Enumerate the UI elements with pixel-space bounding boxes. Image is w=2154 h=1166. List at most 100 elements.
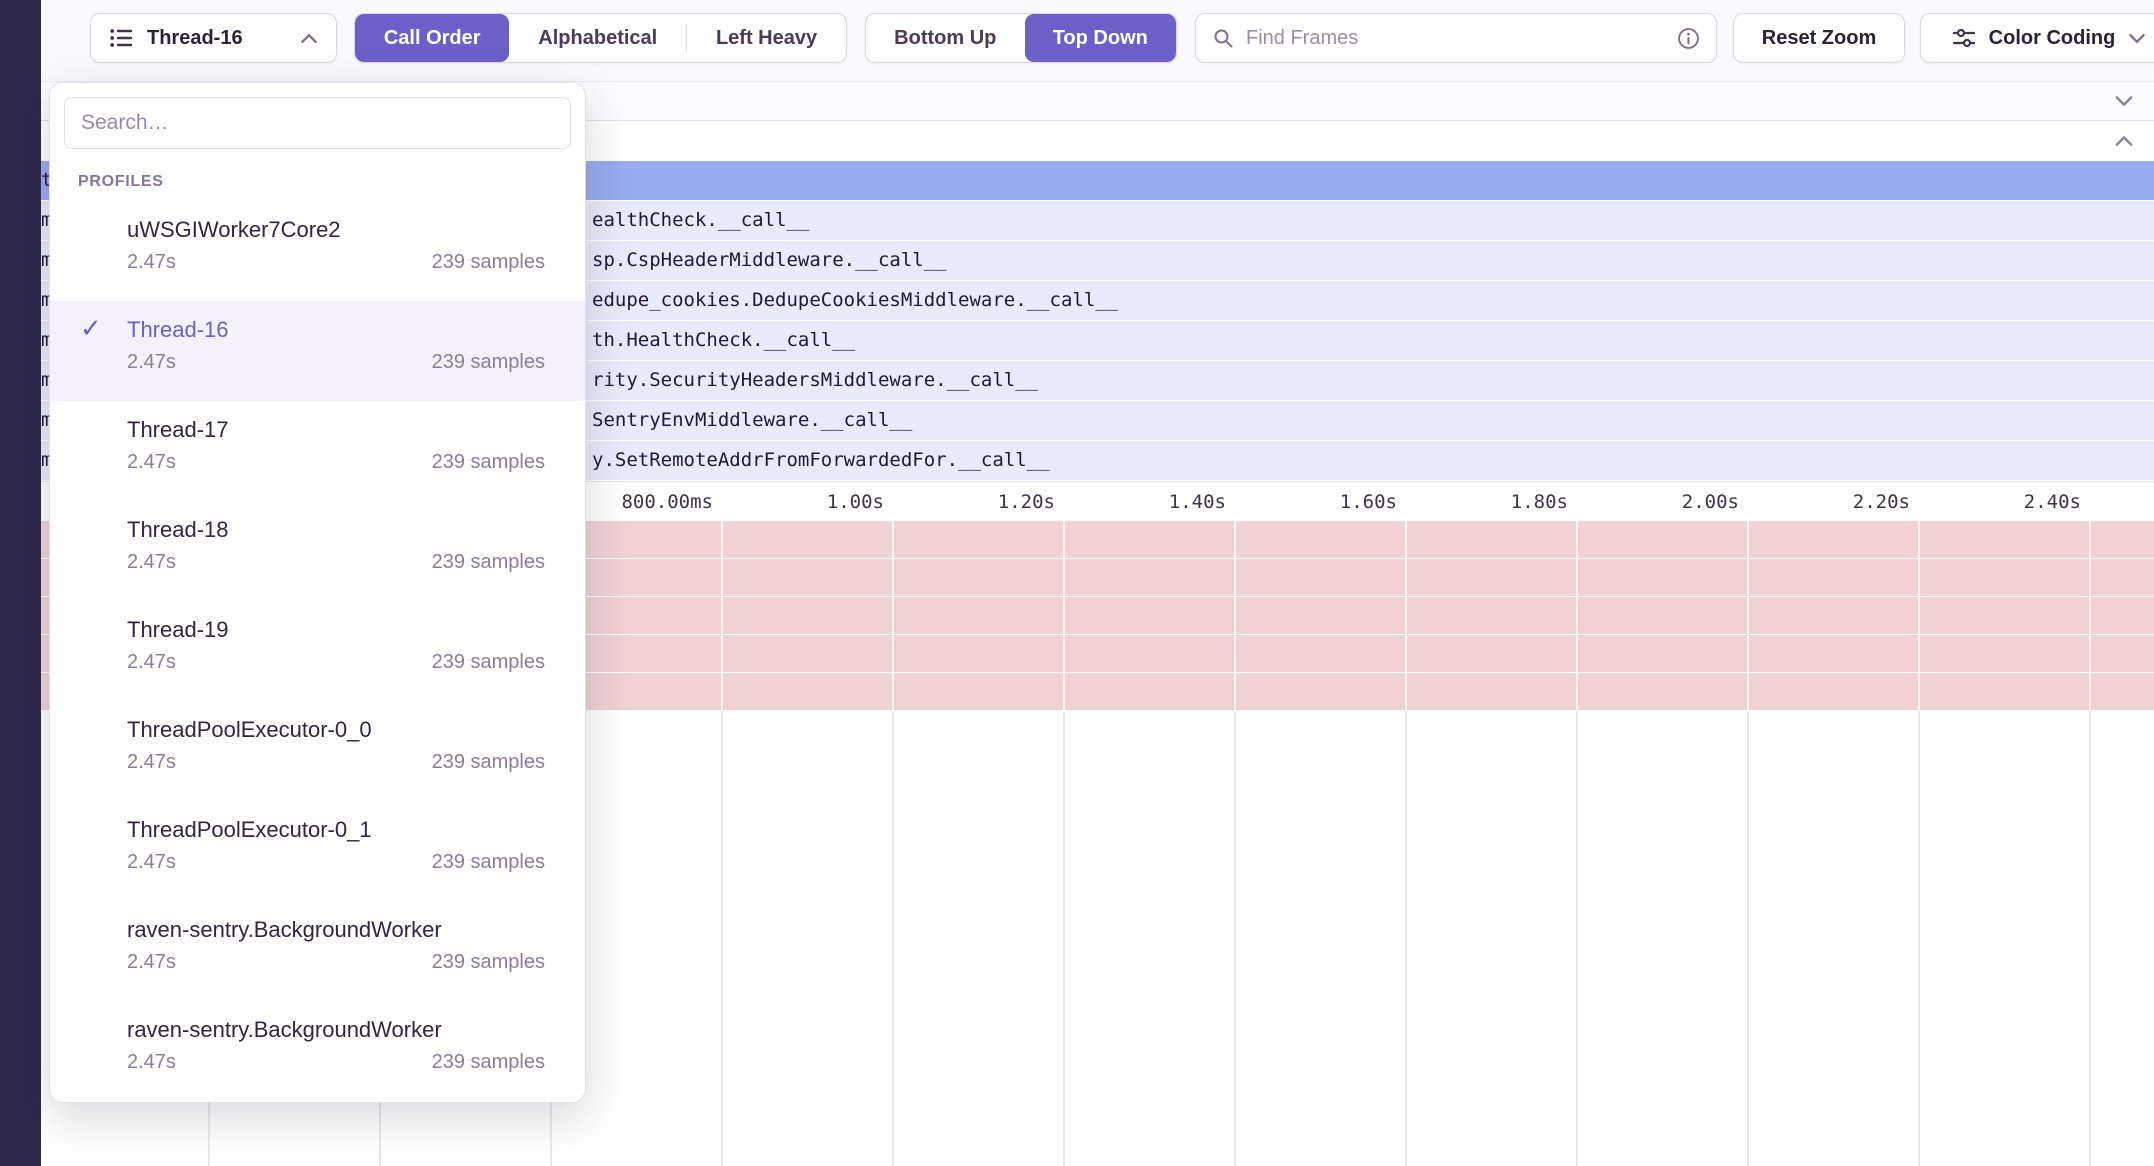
gridline bbox=[1576, 521, 1578, 711]
sort-option-alphabetical[interactable]: Alphabetical bbox=[509, 14, 686, 62]
profiles-list: uWSGIWorker7Core22.47s239 samples✓Thread… bbox=[50, 201, 585, 1101]
profile-samples: 239 samples bbox=[432, 1051, 545, 1074]
gridline bbox=[1405, 711, 1407, 1166]
dropdown-search-input[interactable] bbox=[81, 111, 554, 135]
collapse-down-icon[interactable] bbox=[2114, 95, 2134, 107]
profile-duration: 2.47s bbox=[127, 451, 176, 474]
profile-samples: 239 samples bbox=[432, 351, 545, 374]
profile-duration: 2.47s bbox=[127, 1051, 176, 1074]
axis-tick-label: 1.20s bbox=[998, 482, 1063, 522]
color-coding-button[interactable]: Color Coding bbox=[1920, 13, 2154, 63]
color-coding-label: Color Coding bbox=[1989, 27, 2116, 50]
gridline bbox=[1918, 711, 1920, 1166]
find-frames-field bbox=[1195, 13, 1717, 63]
frame-label: edupe_cookies.DedupeCookiesMiddleware.__… bbox=[592, 281, 1118, 320]
sort-option-call-order[interactable]: Call Order bbox=[355, 14, 509, 62]
gridline bbox=[1918, 521, 1920, 711]
gridline bbox=[721, 711, 723, 1166]
profile-samples: 239 samples bbox=[432, 651, 545, 674]
profile-samples: 239 samples bbox=[432, 751, 545, 774]
profile-duration: 2.47s bbox=[127, 351, 176, 374]
gridline bbox=[1747, 711, 1749, 1166]
axis-tick-label: 2.40s bbox=[2024, 482, 2089, 522]
profile-name: ThreadPoolExecutor-0_1 bbox=[127, 815, 545, 845]
dropdown-search bbox=[64, 97, 571, 149]
sort-segmented-control: Call Order Alphabetical Left Heavy bbox=[354, 13, 847, 63]
profiles-section-label: PROFILES bbox=[50, 173, 585, 191]
sort-option-left-heavy[interactable]: Left Heavy bbox=[687, 14, 846, 62]
chevron-up-icon bbox=[300, 33, 318, 44]
check-icon: ✓ bbox=[80, 313, 102, 344]
search-icon bbox=[1212, 27, 1234, 49]
profile-option[interactable]: Thread-18 2.47s 239 samples bbox=[50, 501, 585, 601]
find-frames-input[interactable] bbox=[1246, 27, 1665, 50]
profile-meta: 2.47s 239 samples bbox=[127, 851, 545, 874]
axis-tick-label: 2.00s bbox=[1682, 482, 1747, 522]
profile-name: raven-sentry.BackgroundWorker bbox=[127, 915, 545, 945]
profile-meta: 2.47s 239 samples bbox=[127, 351, 545, 374]
toolbar: Thread-16 Call Order Alphabetical Left H… bbox=[41, 0, 2154, 81]
profile-option[interactable]: ThreadPoolExecutor-0_1 2.47s 239 samples bbox=[50, 801, 585, 901]
gridline bbox=[892, 711, 894, 1166]
axis-tick-label: 2.20s bbox=[1853, 482, 1918, 522]
thread-selector-label: Thread-16 bbox=[147, 27, 243, 50]
chevron-down-icon bbox=[2128, 33, 2146, 44]
profile-name: Thread-19 bbox=[127, 615, 545, 645]
axis-tick-label: 800.00ms bbox=[621, 482, 721, 522]
gridline bbox=[892, 521, 894, 711]
reset-zoom-button[interactable]: Reset Zoom bbox=[1733, 13, 1905, 63]
profile-option[interactable]: raven-sentry.BackgroundWorker 2.47s 239 sa… bbox=[50, 1001, 585, 1101]
profile-samples: 239 samples bbox=[432, 451, 545, 474]
profile-meta: 2.47s 239 samples bbox=[127, 451, 545, 474]
gridline bbox=[1063, 711, 1065, 1166]
sliders-icon bbox=[1952, 26, 1976, 50]
profile-duration: 2.47s bbox=[127, 551, 176, 574]
profile-option[interactable]: Thread-172.47s239 samples bbox=[50, 401, 585, 501]
profile-meta: 2.47s 239 samples bbox=[127, 951, 545, 974]
frame-label: rity.SecurityHeadersMiddleware.__call__ bbox=[592, 361, 1038, 400]
profile-name: Thread-18 bbox=[127, 515, 545, 545]
direction-option-top-down[interactable]: Top Down bbox=[1025, 14, 1176, 62]
profile-duration: 2.47s bbox=[127, 951, 176, 974]
profile-name: raven-sentry.BackgroundWorker bbox=[127, 1015, 545, 1045]
info-icon[interactable] bbox=[1677, 27, 1700, 50]
profile-option[interactable]: ✓ Thread-16 2.47s 239 samples bbox=[50, 301, 585, 401]
axis-tick-label: 1.40s bbox=[1169, 482, 1234, 522]
profile-meta: 2.47s239 samples bbox=[127, 251, 545, 274]
gridline bbox=[2089, 711, 2091, 1166]
profile-samples: 239 samples bbox=[432, 551, 545, 574]
profile-name: Thread-16 bbox=[127, 315, 545, 345]
direction-option-bottom-up[interactable]: Bottom Up bbox=[866, 14, 1025, 62]
profile-samples: 239 samples bbox=[432, 851, 545, 874]
frame-label: ealthCheck.__call__ bbox=[592, 201, 809, 240]
gridline bbox=[1576, 711, 1578, 1166]
profile-meta: 2.47s 239 samples bbox=[127, 651, 545, 674]
profile-option[interactable]: raven-sentry.BackgroundWorker 2.47s 239 sa… bbox=[50, 901, 585, 1001]
profile-option[interactable]: Thread-19 2.47s 239 samples bbox=[50, 601, 585, 701]
gridline bbox=[1234, 521, 1236, 711]
profile-name: uWSGIWorker7Core2 bbox=[127, 215, 545, 245]
profile-samples: 239 samples bbox=[432, 951, 545, 974]
profile-option[interactable]: ThreadPoolExecutor-0_0 2.47s 239 samples bbox=[50, 701, 585, 801]
gridline bbox=[2089, 521, 2091, 711]
gridline bbox=[1405, 521, 1407, 711]
collapse-up-icon[interactable] bbox=[2114, 135, 2134, 147]
profile-option[interactable]: uWSGIWorker7Core2 2.47s239 samples bbox=[50, 201, 585, 301]
frame-label: SentryEnvMiddleware.__call__ bbox=[592, 401, 912, 440]
profiler-screen: Thread-16 Call Order Alphabetical Left H… bbox=[0, 0, 2154, 1166]
profile-duration: 2.47s bbox=[127, 251, 176, 274]
profile-duration: 2.47s bbox=[127, 651, 176, 674]
app-sidebar bbox=[0, 0, 41, 1166]
profile-meta: 2.47s 239 samples bbox=[127, 1051, 545, 1074]
axis-tick-label: 1.60s bbox=[1340, 482, 1405, 522]
frame-label: y.SetRemoteAddrFromForwardedFor.__call__ bbox=[592, 441, 1050, 480]
gridline bbox=[721, 521, 723, 711]
profile-meta: 2.47s 239 samples bbox=[127, 751, 545, 774]
axis-tick-label: 1.00s bbox=[827, 482, 892, 522]
profile-duration: 2.47s bbox=[127, 851, 176, 874]
profile-name: ThreadPoolExecutor-0_0 bbox=[127, 715, 545, 745]
thread-dropdown-panel: PROFILES uWSGIWorker7Core22.47s239 sampl… bbox=[49, 82, 586, 1103]
gridline bbox=[1234, 711, 1236, 1166]
thread-selector-button[interactable]: Thread-16 bbox=[90, 13, 337, 63]
profile-duration: 2.47s bbox=[127, 751, 176, 774]
